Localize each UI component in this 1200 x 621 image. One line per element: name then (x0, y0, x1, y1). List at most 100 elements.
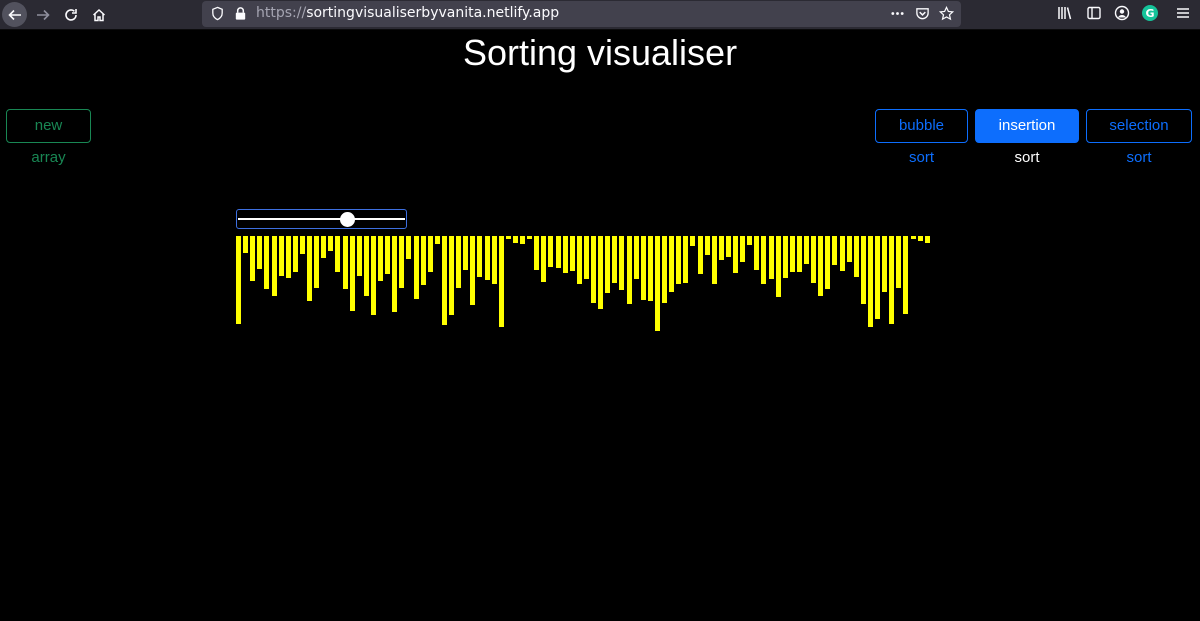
array-bar (754, 236, 759, 270)
array-bar (399, 236, 404, 288)
array-bar (357, 236, 362, 276)
array-bar (556, 236, 561, 268)
array-bar (264, 236, 269, 289)
menu-icon[interactable] (1175, 5, 1191, 21)
back-button[interactable] (2, 2, 27, 27)
lock-icon[interactable] (233, 6, 248, 25)
array-bar (662, 236, 667, 303)
page-title: Sorting visualiser (462, 32, 738, 73)
reload-icon (64, 8, 77, 21)
array-bar (648, 236, 653, 301)
array-bar (485, 236, 490, 280)
array-bar (321, 236, 326, 258)
array-bar (889, 236, 894, 324)
grammarly-icon[interactable]: G (1142, 5, 1158, 21)
slider-track[interactable] (238, 218, 405, 220)
array-bar (882, 236, 887, 292)
home-button[interactable] (86, 2, 111, 27)
array-bar (683, 236, 688, 283)
array-bar (435, 236, 440, 244)
array-bar (477, 236, 482, 277)
array-bar (243, 236, 248, 253)
page-actions-more-icon[interactable] (890, 6, 905, 25)
selection-sort-button[interactable]: selection sort (1086, 109, 1192, 166)
array-bar (918, 236, 923, 241)
forward-button[interactable] (30, 2, 55, 27)
array-bar (740, 236, 745, 262)
url-scheme: https:// (256, 5, 307, 21)
array-bar (605, 236, 610, 293)
bookmark-star-icon[interactable] (938, 5, 955, 25)
browser-toolbar: https://sortingvisualiserbyvanita.netlif… (0, 0, 1200, 30)
slider-thumb[interactable] (340, 212, 355, 227)
insertion-sort-button[interactable]: insertion sort (975, 109, 1079, 166)
array-bar (378, 236, 383, 281)
array-bar (612, 236, 617, 283)
array-bar (456, 236, 461, 288)
url-host: sortingvisualiserbyvanita.netlify.app (306, 5, 560, 21)
home-icon (92, 8, 105, 21)
array-bar (414, 236, 419, 299)
array-bar (619, 236, 624, 290)
array-bar (470, 236, 475, 305)
array-bar (492, 236, 497, 284)
back-arrow-icon (7, 9, 21, 20)
url-text[interactable]: https://sortingvisualiserbyvanita.netlif… (256, 5, 559, 21)
array-bar (520, 236, 525, 244)
reload-button[interactable] (58, 2, 83, 27)
array-bar (641, 236, 646, 300)
array-bar (449, 236, 454, 315)
array-bar (463, 236, 468, 270)
array-bar (570, 236, 575, 271)
array-bar (236, 236, 241, 324)
array-bar (591, 236, 596, 303)
account-icon[interactable] (1114, 5, 1130, 21)
array-bar (832, 236, 837, 265)
sidebar-icon[interactable] (1086, 5, 1102, 21)
array-bar (797, 236, 802, 272)
library-icon[interactable] (1057, 5, 1073, 21)
array-bar (854, 236, 859, 277)
array-bar (669, 236, 674, 292)
array-bar (279, 236, 284, 276)
grammarly-letter: G (1142, 5, 1158, 21)
array-bar (719, 236, 724, 260)
array-bar (499, 236, 504, 327)
array-bar (911, 236, 916, 239)
array-bar (534, 236, 539, 270)
array-bar (825, 236, 830, 289)
array-bar (257, 236, 262, 269)
array-bar (328, 236, 333, 251)
array-bar (335, 236, 340, 272)
array-bar (584, 236, 589, 279)
array-bar (925, 236, 930, 243)
array-bar (861, 236, 866, 304)
array-bar (548, 236, 553, 267)
array-bar (868, 236, 873, 327)
array-bar (733, 236, 738, 273)
array-bar (761, 236, 766, 284)
array-bar (790, 236, 795, 272)
array-bar (896, 236, 901, 288)
array-bar (442, 236, 447, 325)
array-bar (364, 236, 369, 296)
array-bar (300, 236, 305, 254)
address-bar[interactable]: https://sortingvisualiserbyvanita.netlif… (202, 1, 961, 27)
array-bar (705, 236, 710, 255)
array-bar (250, 236, 255, 281)
array-bar (506, 236, 511, 239)
array-bar (818, 236, 823, 296)
array-bar (676, 236, 681, 284)
array-bar (903, 236, 908, 314)
array-bar (272, 236, 277, 296)
pocket-icon[interactable] (915, 6, 930, 25)
array-bar (350, 236, 355, 311)
array-bar (527, 236, 532, 239)
bubble-sort-button[interactable]: bubble sort (875, 109, 968, 166)
array-bar (577, 236, 582, 284)
array-bars (236, 236, 930, 336)
array-bar (406, 236, 411, 259)
shield-icon[interactable] (210, 6, 225, 25)
array-size-slider[interactable] (236, 209, 407, 229)
new-array-button[interactable]: new array (6, 109, 91, 166)
